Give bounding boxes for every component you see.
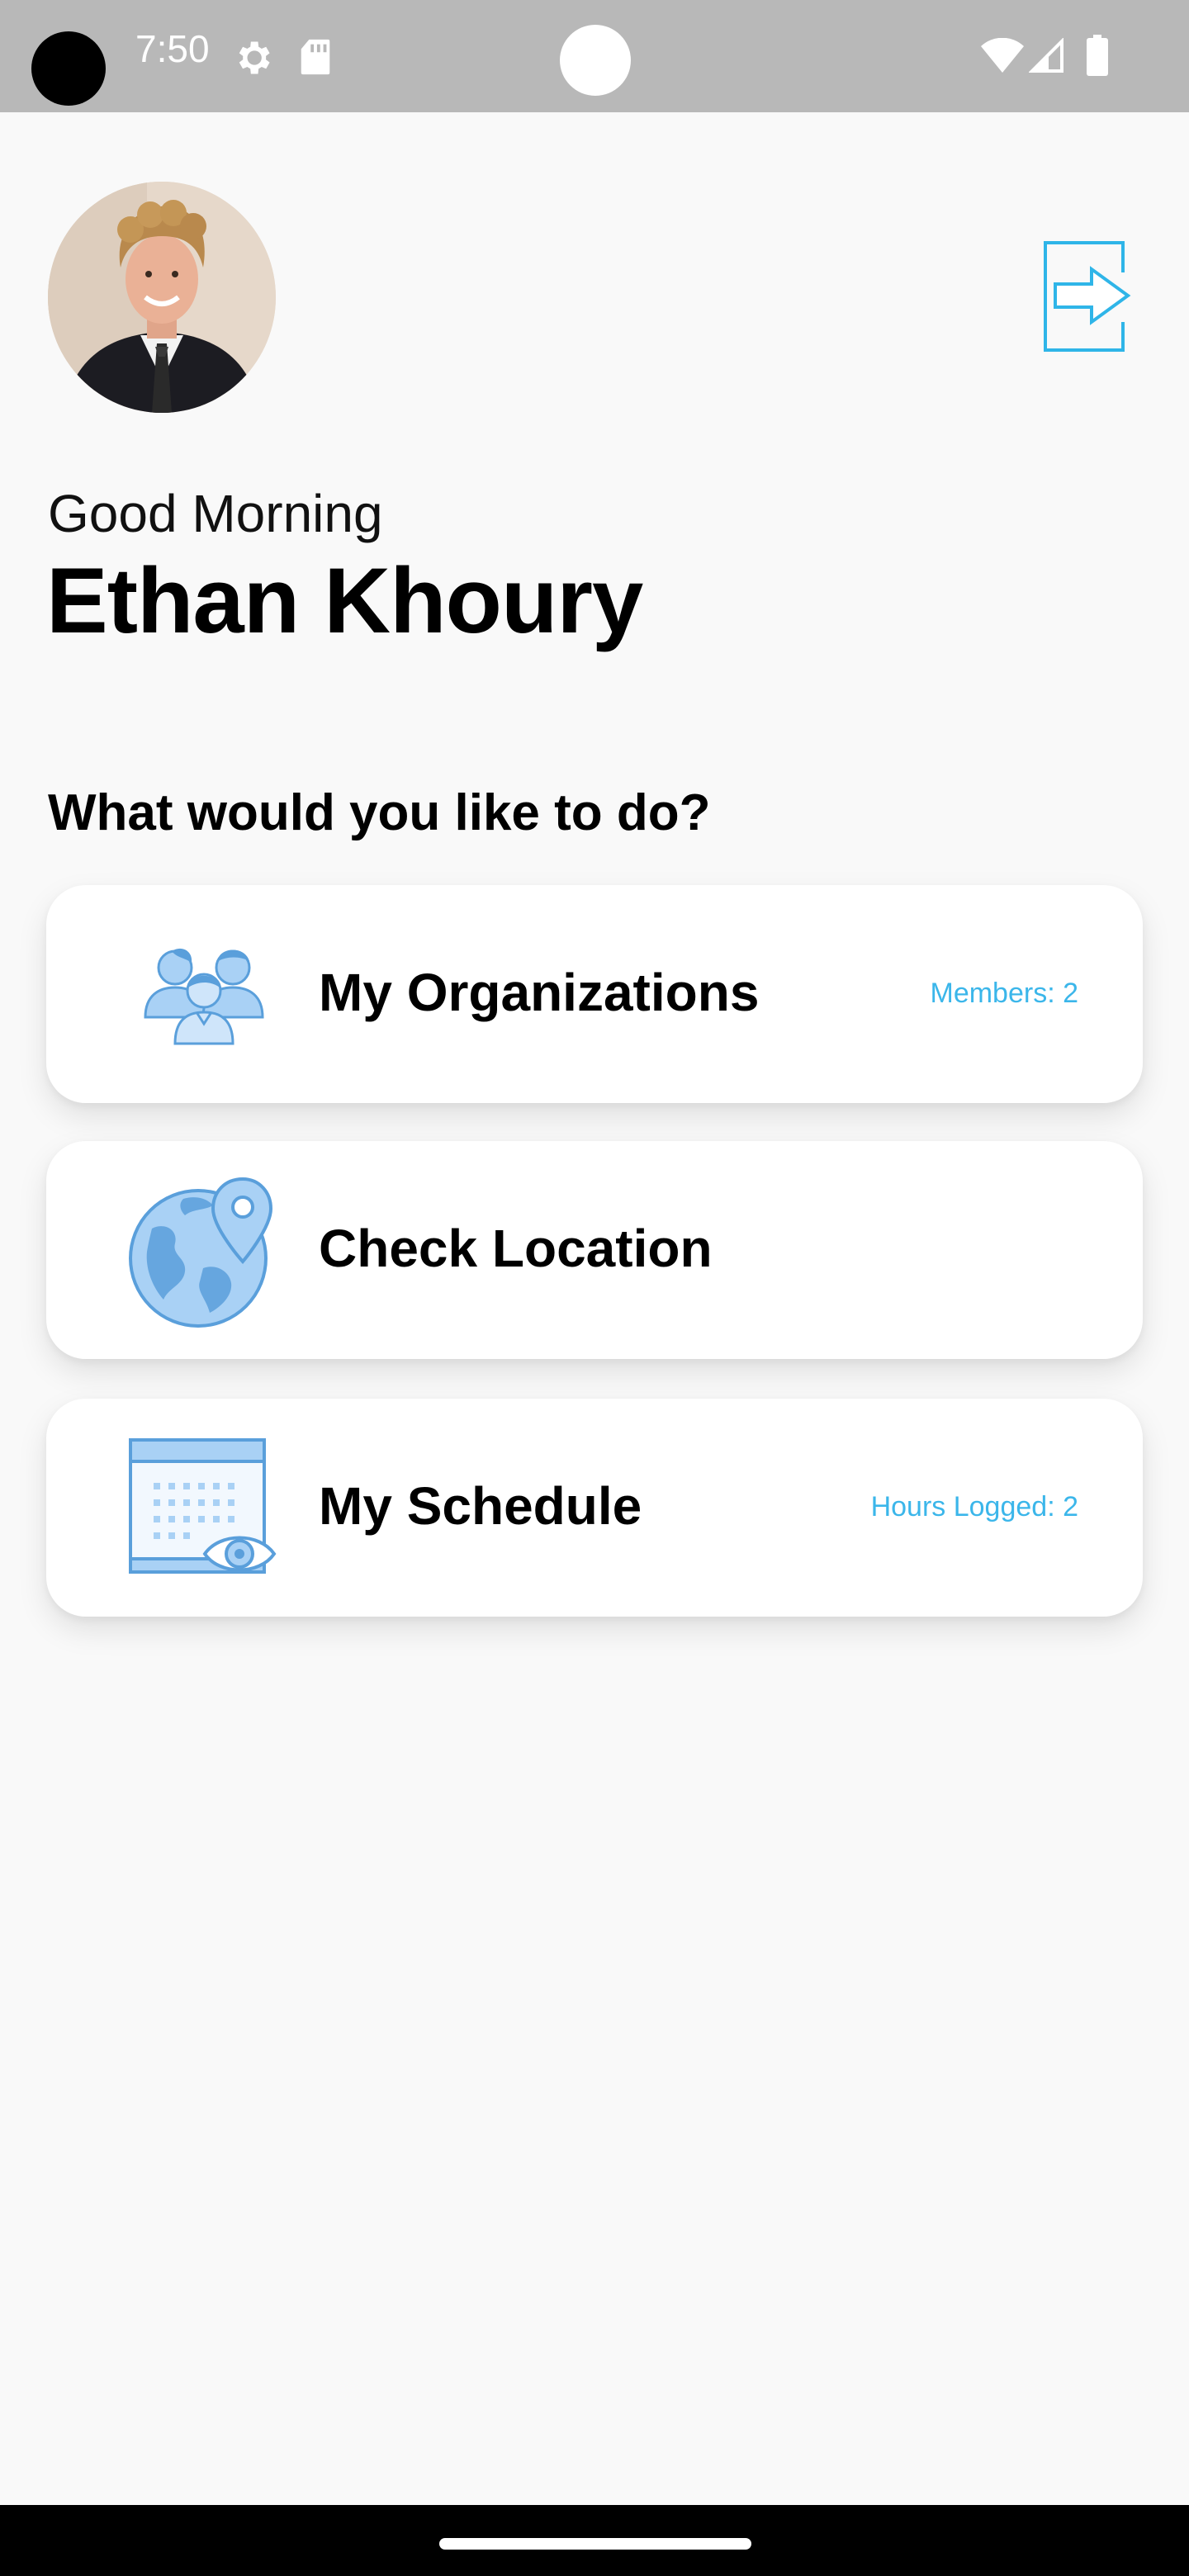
globe-location-icon bbox=[129, 1177, 273, 1328]
section-prompt: What would you like to do? bbox=[48, 784, 711, 841]
user-name: Ethan Khoury bbox=[46, 549, 643, 652]
members-count-badge: Members: 2 bbox=[930, 978, 1079, 1009]
status-bar: 7:50 bbox=[0, 0, 1189, 112]
battery-icon bbox=[1087, 35, 1108, 76]
check-location-card[interactable]: Check Location bbox=[46, 1141, 1143, 1359]
logout-icon bbox=[1044, 241, 1131, 352]
home-gesture-handle[interactable] bbox=[439, 2538, 751, 2550]
logout-button[interactable] bbox=[1042, 239, 1135, 355]
camera-cutout bbox=[31, 31, 106, 106]
navigation-bar bbox=[0, 2505, 1189, 2576]
card-title: Check Location bbox=[319, 1219, 713, 1278]
my-schedule-card[interactable]: My Schedule Hours Logged: 2 bbox=[46, 1399, 1143, 1617]
card-title: My Organizations bbox=[319, 963, 760, 1022]
card-title: My Schedule bbox=[319, 1476, 642, 1536]
status-time: 7:50 bbox=[135, 27, 210, 70]
hours-logged-badge: Hours Logged: 2 bbox=[870, 1491, 1078, 1522]
gear-icon bbox=[239, 41, 270, 74]
calendar-view-icon bbox=[129, 1438, 277, 1574]
avatar[interactable] bbox=[48, 182, 276, 413]
sd-card-icon bbox=[301, 39, 330, 75]
my-organizations-card[interactable]: My Organizations Members: 2 bbox=[46, 885, 1143, 1103]
wifi-icon bbox=[981, 38, 1024, 73]
profile-photo bbox=[48, 182, 276, 413]
front-camera bbox=[560, 25, 631, 96]
group-icon bbox=[144, 948, 264, 1045]
signal-icon bbox=[1029, 38, 1063, 73]
greeting-text: Good Morning bbox=[48, 484, 383, 543]
